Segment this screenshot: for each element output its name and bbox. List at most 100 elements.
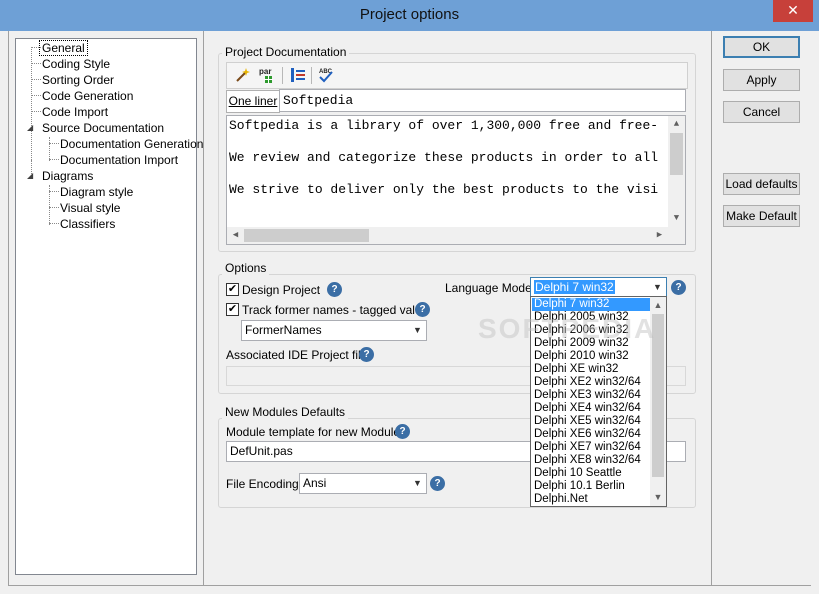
language-option[interactable]: Delphi XE2 win32/64: [532, 376, 651, 389]
project-options-window: Project options ✕ General Coding Style S…: [0, 0, 819, 594]
help-icon[interactable]: ?: [430, 476, 445, 491]
memo-line: We review and categorize these products …: [229, 150, 659, 165]
tree-connector: [49, 207, 59, 208]
tree-item-coding-style[interactable]: Coding Style: [42, 56, 110, 72]
new-modules-title: New Modules Defaults: [222, 405, 349, 419]
language-option[interactable]: Delphi XE4 win32/64: [532, 402, 651, 415]
scroll-corner: [668, 227, 685, 244]
scroll-thumb[interactable]: [244, 229, 369, 242]
close-button[interactable]: ✕: [773, 0, 813, 22]
panel-divider: [711, 31, 712, 586]
language-option[interactable]: Delphi XE3 win32/64: [532, 389, 651, 402]
tree-connector: [31, 95, 41, 96]
language-option[interactable]: Delphi XE win32: [532, 363, 651, 376]
ok-button[interactable]: OK: [723, 36, 800, 58]
apply-button[interactable]: Apply: [723, 69, 800, 91]
language-mode-select[interactable]: Delphi 7 win32 ▼: [530, 277, 667, 298]
language-option[interactable]: Delphi XE7 win32/64: [532, 441, 651, 454]
chevron-down-icon[interactable]: ▼: [409, 321, 426, 340]
project-documentation-title: Project Documentation: [222, 45, 350, 59]
scroll-down-icon[interactable]: ▼: [668, 210, 685, 227]
window-title: Project options: [359, 6, 460, 23]
chevron-down-icon[interactable]: ▼: [409, 474, 426, 493]
former-names-select[interactable]: FormerNames ▼: [241, 320, 427, 341]
cancel-button[interactable]: Cancel: [723, 101, 800, 123]
options-title: Options: [222, 261, 270, 275]
memo-line: Softpedia is a library of over 1,300,000…: [229, 118, 659, 133]
language-option[interactable]: Delphi 10 Seattle: [532, 467, 651, 480]
tree-item-code-import[interactable]: Code Import: [42, 104, 108, 120]
svg-text:par: par: [259, 67, 271, 76]
tree-item-source-documentation[interactable]: Source Documentation: [42, 120, 164, 136]
language-option[interactable]: Delphi 10.1 Berlin: [532, 480, 651, 493]
spellcheck-icon[interactable]: ABC: [316, 66, 335, 84]
track-former-names-checkbox[interactable]: ✔: [226, 303, 239, 316]
file-encoding-label: File Encoding: [226, 477, 299, 491]
frame-bottom: [8, 585, 811, 586]
magic-wand-icon[interactable]: [233, 66, 252, 84]
memo-line: We strive to deliver only the best produ…: [229, 182, 659, 197]
scroll-down-icon[interactable]: ▼: [650, 489, 666, 506]
documentation-memo[interactable]: Softpedia is a library of over 1,300,000…: [226, 115, 686, 245]
help-icon[interactable]: ?: [671, 280, 686, 295]
tree-item-diagrams[interactable]: Diagrams: [42, 168, 93, 184]
tree-item-visual-style[interactable]: Visual style: [60, 200, 120, 216]
track-former-names-label: Track former names - tagged value: [242, 303, 429, 317]
language-option[interactable]: Delphi XE5 win32/64: [532, 415, 651, 428]
watermark: SOFTPEDIA: [478, 313, 657, 344]
tree-connector: [49, 191, 59, 192]
module-template-label: Module template for new Modules: [226, 425, 407, 439]
tree-connector: [49, 137, 50, 161]
language-option[interactable]: Delphi XE6 win32/64: [532, 428, 651, 441]
help-icon[interactable]: ?: [415, 302, 430, 317]
tree-item-diagram-style[interactable]: Diagram style: [60, 184, 133, 200]
tree-connector: [31, 63, 41, 64]
collapse-icon[interactable]: ◢: [27, 123, 36, 132]
options-tree[interactable]: General Coding Style Sorting Order Code …: [15, 38, 203, 575]
one-liner-label: One liner: [226, 90, 280, 113]
add-paragraph-icon[interactable]: par: [258, 66, 277, 84]
language-option[interactable]: Delphi 2010 win32: [532, 350, 651, 363]
tree-item-documentation-import[interactable]: Documentation Import: [60, 152, 178, 168]
file-encoding-select[interactable]: Ansi ▼: [299, 473, 427, 494]
doc-toolbar: par ABC: [226, 62, 688, 89]
make-default-button[interactable]: Make Default: [723, 205, 800, 227]
associated-ide-label: Associated IDE Project file: [226, 348, 368, 362]
help-icon[interactable]: ?: [327, 282, 342, 297]
collapse-icon[interactable]: ◢: [27, 171, 36, 180]
tree-item-classifiers[interactable]: Classifiers: [60, 216, 115, 232]
scroll-up-icon[interactable]: ▲: [668, 116, 685, 133]
language-option[interactable]: Delphi.Net: [532, 493, 651, 506]
memo-horizontal-scrollbar[interactable]: ◀ ▶: [227, 227, 668, 244]
tree-item-general[interactable]: General: [39, 40, 88, 56]
design-project-label: Design Project: [242, 283, 321, 297]
scroll-thumb[interactable]: [670, 133, 683, 175]
one-liner-input[interactable]: Softpedia: [279, 89, 686, 112]
tree-connector: [31, 79, 41, 80]
help-icon[interactable]: ?: [395, 424, 410, 439]
chevron-down-icon[interactable]: ▼: [649, 278, 666, 297]
dialog-client: General Coding Style Sorting Order Code …: [0, 31, 819, 594]
tree-connector: [49, 223, 59, 224]
memo-vertical-scrollbar[interactable]: ▲ ▼: [668, 116, 685, 227]
frame-left: [8, 31, 9, 586]
language-option[interactable]: Delphi XE8 win32/64: [532, 454, 651, 467]
tree-connector: [31, 111, 41, 112]
language-option[interactable]: Delphi 7 win32: [532, 298, 651, 311]
panel-divider: [203, 31, 204, 586]
tree-item-sorting-order[interactable]: Sorting Order: [42, 72, 114, 88]
help-icon[interactable]: ?: [359, 347, 374, 362]
tree-item-documentation-generation[interactable]: Documentation Generation: [60, 136, 203, 152]
toolbar-separator: [311, 67, 312, 84]
scroll-right-icon[interactable]: ▶: [651, 227, 668, 244]
toolbar-separator: [282, 67, 283, 84]
tree-item-code-generation[interactable]: Code Generation: [42, 88, 133, 104]
tree-connector: [49, 143, 59, 144]
language-mode-label: Language Mode: [445, 281, 532, 295]
load-defaults-button[interactable]: Load defaults: [723, 173, 800, 195]
title-bar: Project options ✕: [0, 0, 819, 31]
design-project-checkbox[interactable]: ✔: [226, 283, 239, 296]
list-icon[interactable]: [288, 66, 307, 84]
scroll-left-icon[interactable]: ◀: [227, 227, 244, 244]
scroll-up-icon[interactable]: ▲: [650, 297, 666, 314]
